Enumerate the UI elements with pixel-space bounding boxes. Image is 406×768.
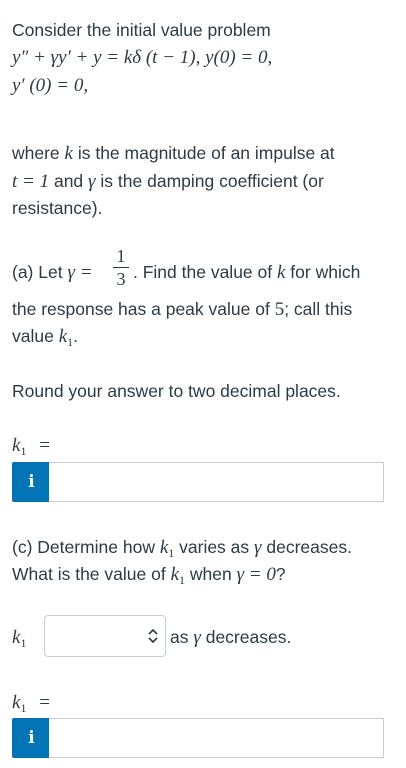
select-label: k1 xyxy=(12,627,27,650)
part-a-line-1: (a) Let γ = xyxy=(12,262,93,283)
info-icon[interactable]: i xyxy=(12,718,51,758)
fraction-bar xyxy=(113,267,129,268)
answer-input-c[interactable] xyxy=(49,718,384,758)
gamma-symbol: γ xyxy=(254,537,262,558)
fraction-denominator: 3 xyxy=(116,269,126,289)
k1-symbol: k1 xyxy=(170,564,185,587)
fraction-numerator: 1 xyxy=(116,246,126,266)
intro-lead: Consider the initial value problem xyxy=(12,20,271,40)
part-a-line-3: value k1. xyxy=(12,326,79,349)
round-note: Round your answer to two decimal places. xyxy=(12,381,341,401)
select-arrows-icon xyxy=(148,628,158,644)
peak-value: 5 xyxy=(274,299,285,320)
equation-line-2: y′ (0) = 0, xyxy=(12,75,89,96)
equation-line-1: y″ + γy′ + y = kδ (t − 1), y(0) = 0, xyxy=(12,47,273,68)
gamma-equals: γ = xyxy=(67,262,93,283)
gamma-equals-zero: γ = 0 xyxy=(236,564,276,585)
k1-symbol: k1 xyxy=(58,326,74,349)
description-line-2: t = 1 and γ is the damping coefficient (… xyxy=(12,171,324,192)
question-page: Consider the initial value problem y″ + … xyxy=(0,0,406,768)
answer-input-a[interactable] xyxy=(49,462,384,502)
fraction-one-third: 1 3 xyxy=(113,246,129,289)
gamma-symbol: γ xyxy=(193,627,201,648)
gamma-symbol: γ xyxy=(88,171,96,192)
k-symbol: k xyxy=(64,143,73,164)
part-c-line-2: What is the value of k1 when γ = 0? xyxy=(12,564,286,587)
k1-symbol: k1 xyxy=(159,537,175,560)
t-equals-1: t = 1 xyxy=(12,171,50,192)
description-line-1: where k is the magnitude of an impulse a… xyxy=(12,143,335,164)
select-suffix: as γ decreases. xyxy=(170,627,292,648)
answer-row-c: i xyxy=(12,718,386,758)
part-a-line-1-rest: . Find the value of k for which xyxy=(133,262,361,283)
answer-label-c: k1 = xyxy=(12,692,50,715)
answer-label-a: k1 = xyxy=(12,435,50,458)
part-c-line-1: (c) Determine how k1 varies as γ decreas… xyxy=(12,537,352,560)
description-line-3: resistance). xyxy=(12,198,103,218)
answer-row-a: i xyxy=(12,462,386,502)
info-icon[interactable]: i xyxy=(12,462,51,502)
part-a-line-2: the response has a peak value of 5; call… xyxy=(12,299,353,320)
